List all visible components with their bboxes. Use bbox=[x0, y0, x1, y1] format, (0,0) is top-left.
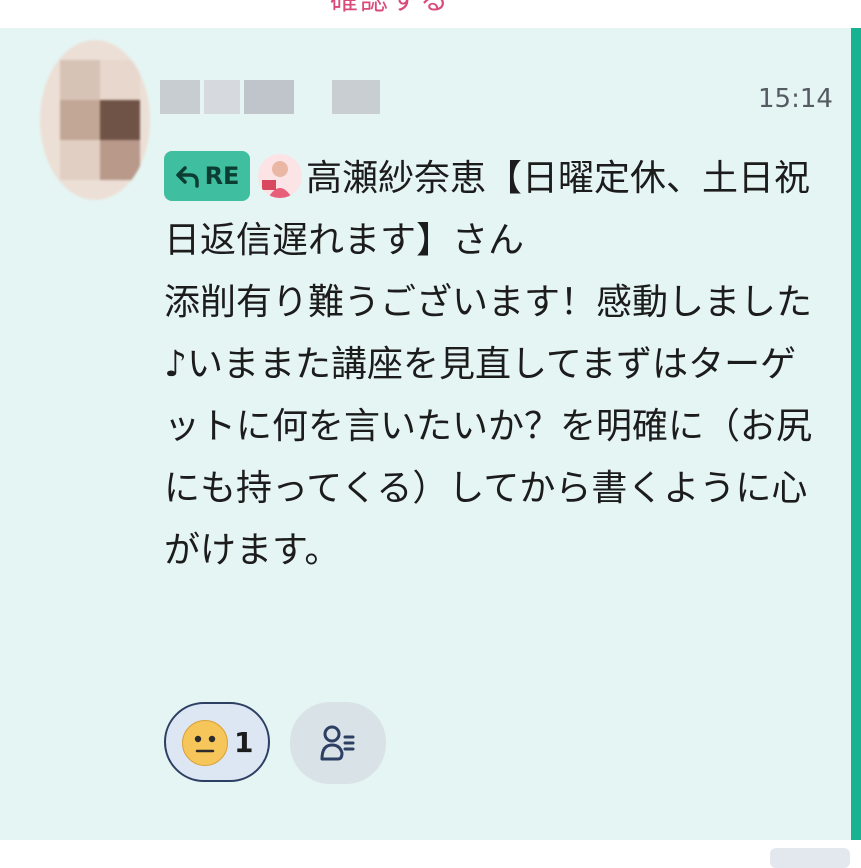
reaction-count: 1 bbox=[234, 726, 254, 759]
read-status-button[interactable] bbox=[290, 702, 386, 784]
cut-off-header-text: 確認する bbox=[330, 0, 450, 18]
bottom-partial-button[interactable] bbox=[770, 848, 850, 868]
unread-accent-bar bbox=[851, 28, 861, 840]
top-strip: 確認する bbox=[0, 0, 861, 28]
person-list-icon bbox=[320, 725, 355, 761]
message-text: 高瀬紗奈恵【日曜定休、土日祝日返信遅れます】さん 添削有り難うございます！感動し… bbox=[164, 158, 813, 571]
bottom-strip bbox=[0, 840, 861, 861]
mentioned-user-avatar bbox=[258, 154, 302, 198]
reply-badge[interactable]: RE bbox=[164, 151, 250, 201]
reply-arrow-icon bbox=[175, 166, 199, 188]
sender-name-blurred bbox=[160, 80, 380, 114]
message-body: RE 高瀬紗奈恵【日曜定休、土日祝日返信遅れます】さん 添削有り難うございます！… bbox=[164, 148, 824, 582]
reaction-button[interactable]: 1 bbox=[164, 702, 270, 782]
timestamp: 15:14 bbox=[758, 84, 833, 114]
smiley-face-icon bbox=[182, 720, 228, 766]
avatar[interactable] bbox=[40, 40, 150, 200]
reply-badge-label: RE bbox=[204, 162, 240, 190]
